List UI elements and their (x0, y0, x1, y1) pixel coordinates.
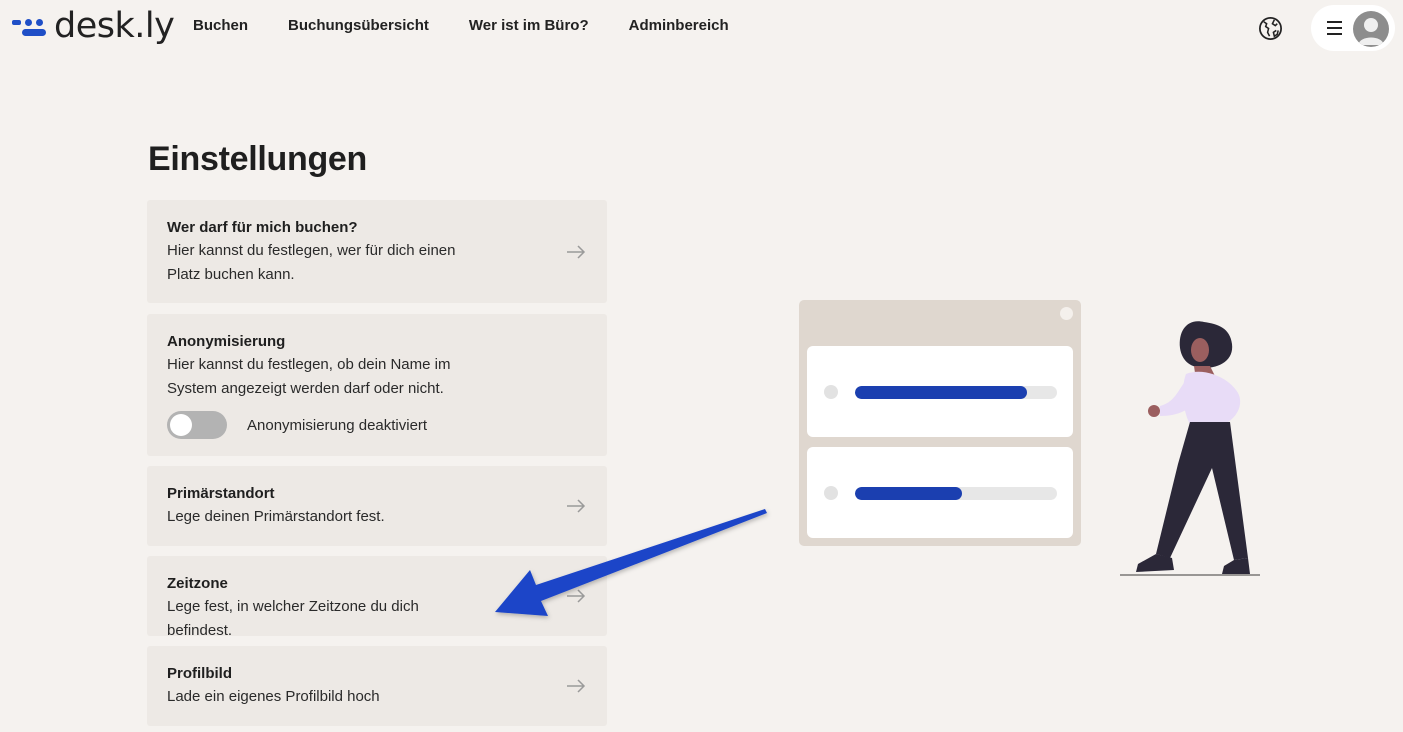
logo-mark-icon (10, 6, 50, 46)
card-description: Lege deinen Primärstandort fest. (167, 508, 385, 525)
card-title: Primärstandort (167, 485, 275, 502)
card-description: Hier kannst du festlegen, ob dein Name i… (167, 356, 451, 397)
anonymization-toggle[interactable] (167, 411, 227, 439)
user-menu-button[interactable] (1311, 5, 1395, 51)
card-description: Lade ein eigenes Profilbild hoch (167, 688, 380, 705)
pane-dot (824, 385, 838, 399)
card-description: Lege fest, in welcher Zeitzone du dich b… (167, 598, 419, 639)
user-avatar-icon (1353, 11, 1389, 47)
anonymization-toggle-row: Anonymisierung deaktiviert (167, 411, 587, 439)
illustration-pane (807, 346, 1073, 437)
arrow-right-icon (567, 679, 586, 693)
logo-text: desk.ly (54, 6, 175, 46)
hamburger-icon (1327, 21, 1342, 35)
woman-illustration-icon (1120, 321, 1260, 576)
nav-item-buchen[interactable]: Buchen (193, 17, 248, 34)
nav-item-adminbereich[interactable]: Adminbereich (629, 17, 729, 34)
settings-card-primary-location[interactable]: Primärstandort Lege deinen Primärstandor… (147, 466, 607, 546)
illustration-pane (807, 447, 1073, 538)
card-title: Zeitzone (167, 575, 228, 592)
settings-card-booking-delegates[interactable]: Wer darf für mich buchen? Hier kannst du… (147, 200, 607, 303)
toggle-label: Anonymisierung deaktiviert (247, 416, 428, 434)
desk-ly-logo[interactable]: desk.ly (10, 6, 175, 46)
main-nav: Buchen Buchungsübersicht Wer ist im Büro… (193, 17, 729, 34)
progress-track (855, 386, 1057, 399)
progress-track (855, 487, 1057, 500)
settings-card-anonymization: Anonymisierung Hier kannst du festlegen,… (147, 314, 607, 456)
toggle-knob (170, 414, 192, 436)
progress-fill (855, 386, 1027, 399)
arrow-right-icon (567, 499, 586, 513)
page-title: Einstellungen (148, 140, 368, 178)
card-title: Anonymisierung (167, 333, 286, 350)
globe-icon[interactable] (1257, 15, 1284, 42)
card-title: Profilbild (167, 665, 232, 682)
nav-item-buchungsuebersicht[interactable]: Buchungsübersicht (288, 17, 429, 34)
settings-card-profile-picture[interactable]: Profilbild Lade ein eigenes Profilbild h… (147, 646, 607, 726)
pane-dot (824, 486, 838, 500)
nav-item-wer-ist-im-buero[interactable]: Wer ist im Büro? (469, 17, 589, 34)
progress-fill (855, 487, 963, 500)
close-icon (1060, 307, 1073, 320)
card-title: Wer darf für mich buchen? (167, 219, 358, 236)
top-navigation-bar: desk.ly Buchen Buchungsübersicht Wer ist… (0, 0, 1403, 56)
settings-card-timezone[interactable]: Zeitzone Lege fest, in welcher Zeitzone … (147, 556, 607, 639)
settings-illustration (799, 300, 1081, 546)
arrow-right-icon (567, 589, 586, 603)
card-description: Hier kannst du festlegen, wer für dich e… (167, 242, 456, 283)
arrow-right-icon (567, 245, 586, 259)
